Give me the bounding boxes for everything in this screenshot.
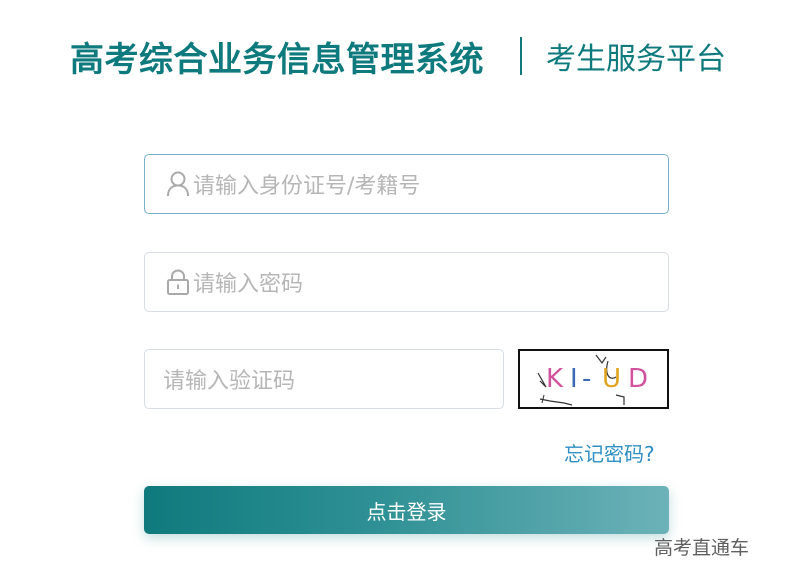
platform-subtitle: 考生服务平台 xyxy=(546,42,726,77)
captcha-graphic: K I - U D xyxy=(537,354,648,406)
captcha-char: - xyxy=(582,364,591,394)
password-placeholder: 请输入密码 xyxy=(193,272,304,297)
login-page: 高考综合业务信息管理系统 考生服务平台 请输入身份证号/考籍号 请输入密码 请输… xyxy=(0,0,792,584)
header: 高考综合业务信息管理系统 考生服务平台 xyxy=(70,28,726,84)
system-title: 高考综合业务信息管理系统 xyxy=(70,39,484,80)
header-divider xyxy=(520,37,522,75)
captcha-char: K xyxy=(546,364,564,394)
forgot-password-link[interactable]: 忘记密码? xyxy=(564,438,655,467)
id-number-input[interactable]: 请输入身份证号/考籍号 xyxy=(144,154,669,214)
login-button[interactable]: 点击登录 xyxy=(144,486,669,534)
lock-icon xyxy=(165,269,191,295)
captcha-char: I xyxy=(570,364,578,394)
password-input[interactable]: 请输入密码 xyxy=(144,252,669,312)
id-number-placeholder: 请输入身份证号/考籍号 xyxy=(193,174,421,199)
user-icon xyxy=(165,171,191,197)
captcha-char: U xyxy=(602,364,621,394)
captcha-char: D xyxy=(628,364,648,394)
captcha-image[interactable]: K I - U D xyxy=(518,349,669,409)
captcha-placeholder: 请输入验证码 xyxy=(163,369,296,394)
watermark-text: 高考直通车 xyxy=(654,537,750,559)
captcha-input[interactable]: 请输入验证码 xyxy=(144,349,504,409)
